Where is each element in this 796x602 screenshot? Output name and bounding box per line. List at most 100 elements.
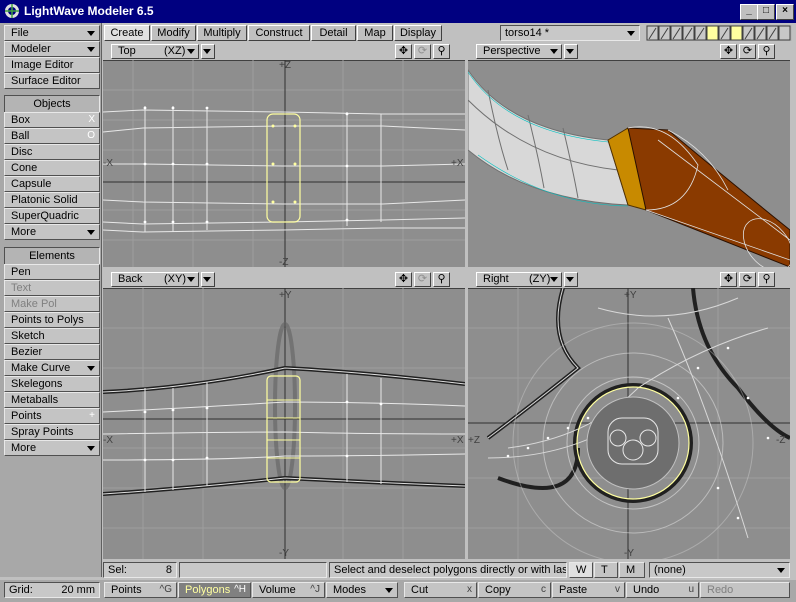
cut-button[interactable]: Cut x xyxy=(404,582,477,598)
view-type-select[interactable]: Right (ZY) xyxy=(476,272,562,287)
platonic-solid-label: Platonic Solid xyxy=(11,194,78,206)
view-type-select[interactable]: Top (XZ) xyxy=(111,44,199,59)
wireframe-toggle[interactable]: W xyxy=(569,562,593,578)
move-view-icon[interactable]: ✥ xyxy=(395,44,412,59)
redo-button[interactable]: Redo xyxy=(700,582,790,598)
zoom-view-icon[interactable]: ⚲ xyxy=(758,44,775,59)
layer-toggle-icons[interactable] xyxy=(646,25,792,41)
surface-select[interactable]: (none) xyxy=(649,562,790,578)
texture-toggle[interactable]: T xyxy=(594,562,618,578)
sel-value: 8 xyxy=(165,564,172,576)
ball-button[interactable]: Ball O xyxy=(4,128,100,144)
text-button[interactable]: Text xyxy=(4,280,100,296)
points-mode-button[interactable]: Points ^G xyxy=(104,582,177,598)
metaballs-button[interactable]: Metaballs xyxy=(4,392,100,408)
view-type-select[interactable]: Perspective xyxy=(476,44,562,59)
right-view-canvas[interactable]: +Y -Y +Z -Z xyxy=(468,288,790,559)
zoom-view-icon[interactable]: ⚲ xyxy=(433,44,450,59)
viewport-right[interactable]: Right (ZY) ✥ ⟳ ⚲ +Y -Y +Z -Z xyxy=(468,271,790,559)
sketch-button[interactable]: Sketch xyxy=(4,328,100,344)
make-curve-button[interactable]: Make Curve xyxy=(4,360,100,376)
rotate-view-icon[interactable]: ⟳ xyxy=(414,44,431,59)
chevron-down-icon xyxy=(87,230,95,235)
render-mode-select[interactable] xyxy=(564,44,578,59)
modes-menu[interactable]: Modes xyxy=(326,582,398,598)
capsule-button[interactable]: Capsule xyxy=(4,176,100,192)
bezier-button[interactable]: Bezier xyxy=(4,344,100,360)
app-icon xyxy=(5,4,19,18)
tab-display[interactable]: Display xyxy=(394,25,442,41)
axis-label-right: +X xyxy=(451,158,464,169)
points-label: Points xyxy=(11,410,42,422)
tab-construct[interactable]: Construct xyxy=(248,25,310,41)
perspective-canvas[interactable] xyxy=(468,60,790,267)
render-mode-select[interactable] xyxy=(201,44,215,59)
move-view-icon[interactable]: ✥ xyxy=(720,272,737,287)
cone-label: Cone xyxy=(11,162,38,174)
surface-editor-button[interactable]: Surface Editor xyxy=(4,73,100,89)
cut-shortcut: x xyxy=(467,584,472,595)
ball-shortcut: O xyxy=(87,130,95,141)
make-pol-button[interactable]: Make Pol xyxy=(4,296,100,312)
rotate-view-icon[interactable]: ⟳ xyxy=(414,272,431,287)
minimize-button[interactable]: _ xyxy=(740,4,758,20)
axis-label-right: +X xyxy=(451,435,464,446)
points-to-polys-button[interactable]: Points to Polys xyxy=(4,312,100,328)
superquadric-button[interactable]: SuperQuadric xyxy=(4,208,100,224)
chevron-down-icon xyxy=(87,47,95,52)
tab-modify[interactable]: Modify xyxy=(151,25,196,41)
spray-points-label: Spray Points xyxy=(11,426,74,438)
render-mode-select[interactable] xyxy=(564,272,578,287)
zoom-view-icon[interactable]: ⚲ xyxy=(758,272,775,287)
viewport-top[interactable]: Top (XZ) ✥ ⟳ ⚲ +Z -Z -X +X xyxy=(103,43,465,267)
tab-multiply[interactable]: Multiply xyxy=(197,25,247,41)
volume-mode-button[interactable]: Volume ^J xyxy=(252,582,325,598)
elements-more-button[interactable]: More xyxy=(4,440,100,456)
file-menu[interactable]: File xyxy=(4,25,100,41)
points-button[interactable]: Points + xyxy=(4,408,100,424)
axis-label-bottom: -Z xyxy=(279,257,288,267)
move-view-icon[interactable]: ✥ xyxy=(395,272,412,287)
back-view-canvas[interactable]: +Y -Y -X +X xyxy=(103,288,465,559)
layer-select[interactable]: torso14 * xyxy=(500,25,640,41)
capsule-label: Capsule xyxy=(11,178,52,190)
disc-label: Disc xyxy=(11,146,33,158)
sel-label: Sel: xyxy=(108,564,127,576)
axis-label-bottom: -Y xyxy=(624,548,634,559)
polygons-mode-button[interactable]: Polygons ^H xyxy=(178,582,251,598)
move-view-icon[interactable]: ✥ xyxy=(720,44,737,59)
cone-button[interactable]: Cone xyxy=(4,160,100,176)
platonic-solid-button[interactable]: Platonic Solid xyxy=(4,192,100,208)
rotate-view-icon[interactable]: ⟳ xyxy=(739,272,756,287)
paste-button[interactable]: Paste v xyxy=(552,582,625,598)
top-view-canvas[interactable]: +Z -Z -X +X xyxy=(103,60,465,267)
sketch-label: Sketch xyxy=(11,330,45,342)
pen-button[interactable]: Pen xyxy=(4,264,100,280)
copy-button[interactable]: Copy c xyxy=(478,582,551,598)
render-mode-select[interactable] xyxy=(201,272,215,287)
skelegons-button[interactable]: Skelegons xyxy=(4,376,100,392)
disc-button[interactable]: Disc xyxy=(4,144,100,160)
tab-detail[interactable]: Detail xyxy=(311,25,356,41)
tab-create[interactable]: Create xyxy=(104,25,150,41)
box-button[interactable]: Box X xyxy=(4,112,100,128)
chevron-down-icon xyxy=(777,568,785,573)
close-button[interactable]: × xyxy=(776,4,794,20)
chevron-down-icon xyxy=(203,277,211,282)
image-editor-button[interactable]: Image Editor xyxy=(4,57,100,73)
material-toggle[interactable]: M xyxy=(619,562,645,578)
axis-label-left: -X xyxy=(103,435,113,446)
modeler-menu[interactable]: Modeler xyxy=(4,41,100,57)
maximize-button[interactable]: □ xyxy=(757,4,775,20)
chevron-down-icon xyxy=(203,49,211,54)
spray-points-button[interactable]: Spray Points xyxy=(4,424,100,440)
undo-button[interactable]: Undo u xyxy=(626,582,699,598)
tab-map[interactable]: Map xyxy=(357,25,393,41)
view-type-select[interactable]: Back (XY) xyxy=(111,272,199,287)
zoom-view-icon[interactable]: ⚲ xyxy=(433,272,450,287)
rotate-view-icon[interactable]: ⟳ xyxy=(739,44,756,59)
viewport-top-header: Top (XZ) ✥ ⟳ ⚲ xyxy=(103,43,465,61)
objects-more-button[interactable]: More xyxy=(4,224,100,240)
viewport-back[interactable]: Back (XY) ✥ ⟳ ⚲ +Y -Y -X +X xyxy=(103,271,465,559)
viewport-perspective[interactable]: Perspective ✥ ⟳ ⚲ xyxy=(468,43,790,267)
